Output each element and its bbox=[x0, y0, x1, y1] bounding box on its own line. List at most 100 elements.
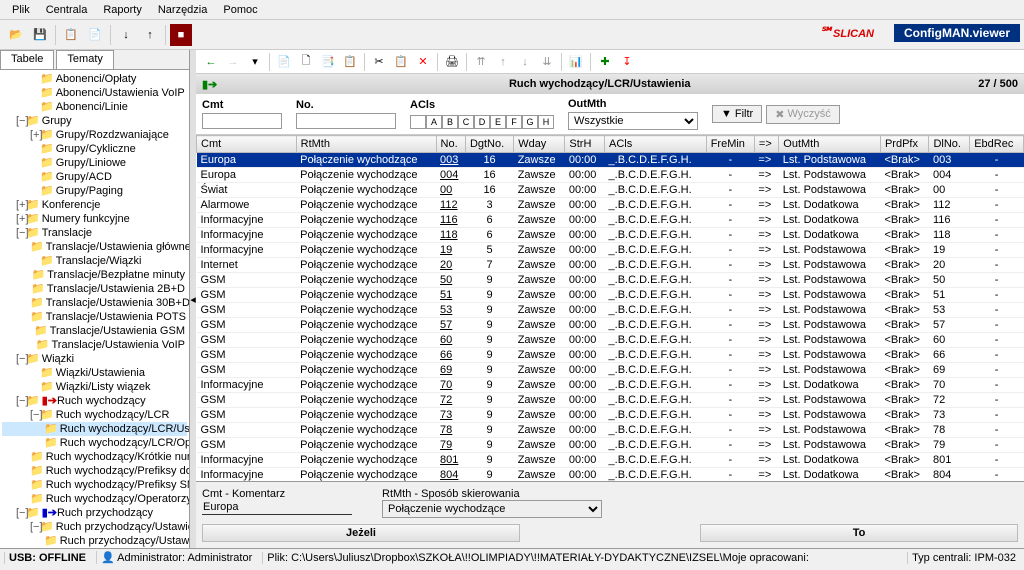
tree-item[interactable]: 📁Translacje/Ustawienia POTS bbox=[2, 310, 187, 324]
tree-item[interactable]: 📁Grupy/Liniowe bbox=[2, 156, 187, 170]
cut-icon[interactable]: ✂ bbox=[369, 52, 389, 72]
tree-item[interactable]: 📁Grupy/Cykliczne bbox=[2, 142, 187, 156]
tb-btn-1[interactable]: 📂 bbox=[5, 24, 27, 46]
filter-button[interactable]: ▼ Filtr bbox=[712, 105, 762, 123]
tree-item[interactable]: 📁Abonenci/Opłaty bbox=[2, 72, 187, 86]
tb-btn-5[interactable]: ↓ bbox=[115, 24, 137, 46]
table-row[interactable]: InformacyjnePołączenie wychodzące8019Zaw… bbox=[197, 453, 1024, 468]
table-row[interactable]: EuropaPołączenie wychodzące00316Zawsze00… bbox=[197, 153, 1024, 168]
table-row[interactable]: InformacyjnePołączenie wychodzące195Zaws… bbox=[197, 243, 1024, 258]
tree-item[interactable]: [−]📁Ruch wychodzący/LCR bbox=[2, 408, 187, 422]
tree-item[interactable]: 📁Grupy/ACD bbox=[2, 170, 187, 184]
tree-item[interactable]: 📁Translacje/Ustawienia VoIP bbox=[2, 338, 187, 352]
tree-item[interactable]: 📁Ruch wychodzący/LCR/Opła bbox=[2, 436, 187, 450]
table-row[interactable]: GSMPołączenie wychodzące739Zawsze00:00_.… bbox=[197, 408, 1024, 423]
clear-button[interactable]: ✖ Wyczyść bbox=[766, 105, 840, 124]
col-header[interactable]: RtMth bbox=[296, 136, 436, 153]
col-header[interactable]: => bbox=[754, 136, 778, 153]
tree-item[interactable]: 📁Translacje/Wiązki bbox=[2, 254, 187, 268]
detail-tab-to[interactable]: To bbox=[700, 524, 1018, 542]
tree-item[interactable]: 📁Grupy/Paging bbox=[2, 184, 187, 198]
table-row[interactable]: InformacyjnePołączenie wychodzące8049Zaw… bbox=[197, 468, 1024, 482]
table-row[interactable]: EuropaPołączenie wychodzące00416Zawsze00… bbox=[197, 168, 1024, 183]
col-header[interactable]: OutMth bbox=[779, 136, 881, 153]
table-row[interactable]: GSMPołączenie wychodzące579Zawsze00:00_.… bbox=[197, 318, 1024, 333]
tree-item[interactable]: 📁Ruch przychodzący/Ustawien bbox=[2, 534, 187, 548]
table-row[interactable]: GSMPołączenie wychodzące669Zawsze00:00_.… bbox=[197, 348, 1024, 363]
tree-item[interactable]: [+]📁Konferencje bbox=[2, 198, 187, 212]
table-row[interactable]: AlarmowePołączenie wychodzące1123Zawsze0… bbox=[197, 198, 1024, 213]
rtb-fwd[interactable]: → bbox=[223, 52, 243, 72]
tree-item[interactable]: 📁Ruch wychodzący/Prefiksy SMS bbox=[2, 478, 187, 492]
tree-item[interactable]: 📁Wiązki/Ustawienia bbox=[2, 366, 187, 380]
col-header[interactable]: StrH bbox=[565, 136, 605, 153]
table-row[interactable]: GSMPołączenie wychodzące789Zawsze00:00_.… bbox=[197, 423, 1024, 438]
tree-item[interactable]: [−]📁Grupy bbox=[2, 114, 187, 128]
tree-item[interactable]: 📁Wiązki/Listy wiązek bbox=[2, 380, 187, 394]
delete-icon[interactable]: ✕ bbox=[413, 52, 433, 72]
tree-item[interactable]: [+]📁Numery funkcyjne bbox=[2, 212, 187, 226]
tree-item[interactable]: 📁Ruch wychodzący/Operatorzy bbox=[2, 492, 187, 506]
col-header[interactable]: No. bbox=[436, 136, 465, 153]
col-header[interactable]: DlNo. bbox=[929, 136, 970, 153]
filter-acls-boxes[interactable]: ABCDEFGH bbox=[410, 115, 554, 129]
tree-item[interactable]: [−]📁Translacje bbox=[2, 226, 187, 240]
detail-tab-jezeli[interactable]: Jeżeli bbox=[202, 524, 520, 542]
tree[interactable]: 📁Abonenci/Opłaty📁Abonenci/Ustawienia VoI… bbox=[0, 70, 189, 548]
menu-plik[interactable]: Plik bbox=[4, 2, 38, 18]
menu-centrala[interactable]: Centrala bbox=[38, 2, 96, 18]
tree-item[interactable]: [−]📁▮➔ Ruch wychodzący bbox=[2, 394, 187, 408]
col-header[interactable]: EbdRec bbox=[970, 136, 1024, 153]
tree-item[interactable]: 📁Translacje/Ustawienia GSM bbox=[2, 324, 187, 338]
tree-item[interactable]: [−]📁Ruch przychodzący/Ustawienia bbox=[2, 520, 187, 534]
detail-cmt-input[interactable] bbox=[202, 500, 352, 515]
table-row[interactable]: GSMPołączenie wychodzące519Zawsze00:00_.… bbox=[197, 288, 1024, 303]
table-row[interactable]: GSMPołączenie wychodzące509Zawsze00:00_.… bbox=[197, 273, 1024, 288]
tree-item[interactable]: 📁Abonenci/Ustawienia VoIP bbox=[2, 86, 187, 100]
tb-btn-4[interactable]: 📄 bbox=[84, 24, 106, 46]
print-icon[interactable]: 🖨 bbox=[442, 52, 462, 72]
col-header[interactable]: Wday bbox=[514, 136, 565, 153]
rtb-new[interactable]: 📄 bbox=[274, 52, 294, 72]
col-header[interactable]: DgtNo. bbox=[465, 136, 513, 153]
col-header[interactable]: PrdPfx bbox=[880, 136, 928, 153]
tree-item[interactable]: 📁Translacje/Bezpłatne minuty bbox=[2, 268, 187, 282]
tree-item[interactable]: 📁Ruch wychodzący/Krótkie numery bbox=[2, 450, 187, 464]
tree-item[interactable]: 📁Translacje/Ustawienia główne bbox=[2, 240, 187, 254]
detail-rt-select[interactable]: Połączenie wychodzące bbox=[382, 500, 602, 518]
tree-item[interactable]: 📁Abonenci/Linie bbox=[2, 100, 187, 114]
menu-raporty[interactable]: Raporty bbox=[95, 2, 150, 18]
col-header[interactable]: FreMin bbox=[706, 136, 754, 153]
rtb-back[interactable]: ← bbox=[201, 52, 221, 72]
col-header[interactable]: ACls bbox=[605, 136, 707, 153]
col-header[interactable]: Cmt bbox=[197, 136, 297, 153]
menu-narzędzia[interactable]: Narzędzia bbox=[150, 2, 216, 18]
table-row[interactable]: GSMPołączenie wychodzące539Zawsze00:00_.… bbox=[197, 303, 1024, 318]
tab-tabele[interactable]: Tabele bbox=[0, 50, 54, 69]
filter-outmth-select[interactable]: Wszystkie bbox=[568, 112, 698, 130]
tb-btn-6[interactable]: ↑ bbox=[139, 24, 161, 46]
table-row[interactable]: GSMPołączenie wychodzące699Zawsze00:00_.… bbox=[197, 363, 1024, 378]
tree-item[interactable]: 📁Translacje/Ustawienia 30B+D bbox=[2, 296, 187, 310]
table-row[interactable]: GSMPołączenie wychodzące609Zawsze00:00_.… bbox=[197, 333, 1024, 348]
tree-item[interactable]: 📁Translacje/Ustawienia 2B+D bbox=[2, 282, 187, 296]
tree-item[interactable]: 📁Ruch wychodzący/LCR/Ustaw bbox=[2, 422, 187, 436]
table-row[interactable]: InformacyjnePołączenie wychodzące1166Zaw… bbox=[197, 213, 1024, 228]
tree-item[interactable]: [−]📁Wiązki bbox=[2, 352, 187, 366]
tree-item[interactable]: 📁Ruch wychodzący/Prefiksy dozwc bbox=[2, 464, 187, 478]
tb-btn-2[interactable]: 💾 bbox=[29, 24, 51, 46]
table-row[interactable]: GSMPołączenie wychodzące729Zawsze00:00_.… bbox=[197, 393, 1024, 408]
table-row[interactable]: InformacyjnePołączenie wychodzące1186Zaw… bbox=[197, 228, 1024, 243]
table-row[interactable]: GSMPołączenie wychodzące799Zawsze00:00_.… bbox=[197, 438, 1024, 453]
tab-tematy[interactable]: Tematy bbox=[56, 50, 113, 69]
tree-item[interactable]: [+]📁Grupy/Rozdzwaniające bbox=[2, 128, 187, 142]
filter-cmt-input[interactable] bbox=[202, 113, 282, 129]
data-grid[interactable]: CmtRtMthNo.DgtNo.WdayStrHAClsFreMin=>Out… bbox=[196, 135, 1024, 481]
table-row[interactable]: InformacyjnePołączenie wychodzące709Zaws… bbox=[197, 378, 1024, 393]
tb-btn-stop[interactable]: ■ bbox=[170, 24, 192, 46]
tb-btn-3[interactable]: 📋 bbox=[60, 24, 82, 46]
menu-pomoc[interactable]: Pomoc bbox=[215, 2, 265, 18]
table-row[interactable]: InternetPołączenie wychodzące207Zawsze00… bbox=[197, 258, 1024, 273]
table-row[interactable]: ŚwiatPołączenie wychodzące0016Zawsze00:0… bbox=[197, 183, 1024, 198]
tree-item[interactable]: [−]📁▮➔ Ruch przychodzący bbox=[2, 506, 187, 520]
